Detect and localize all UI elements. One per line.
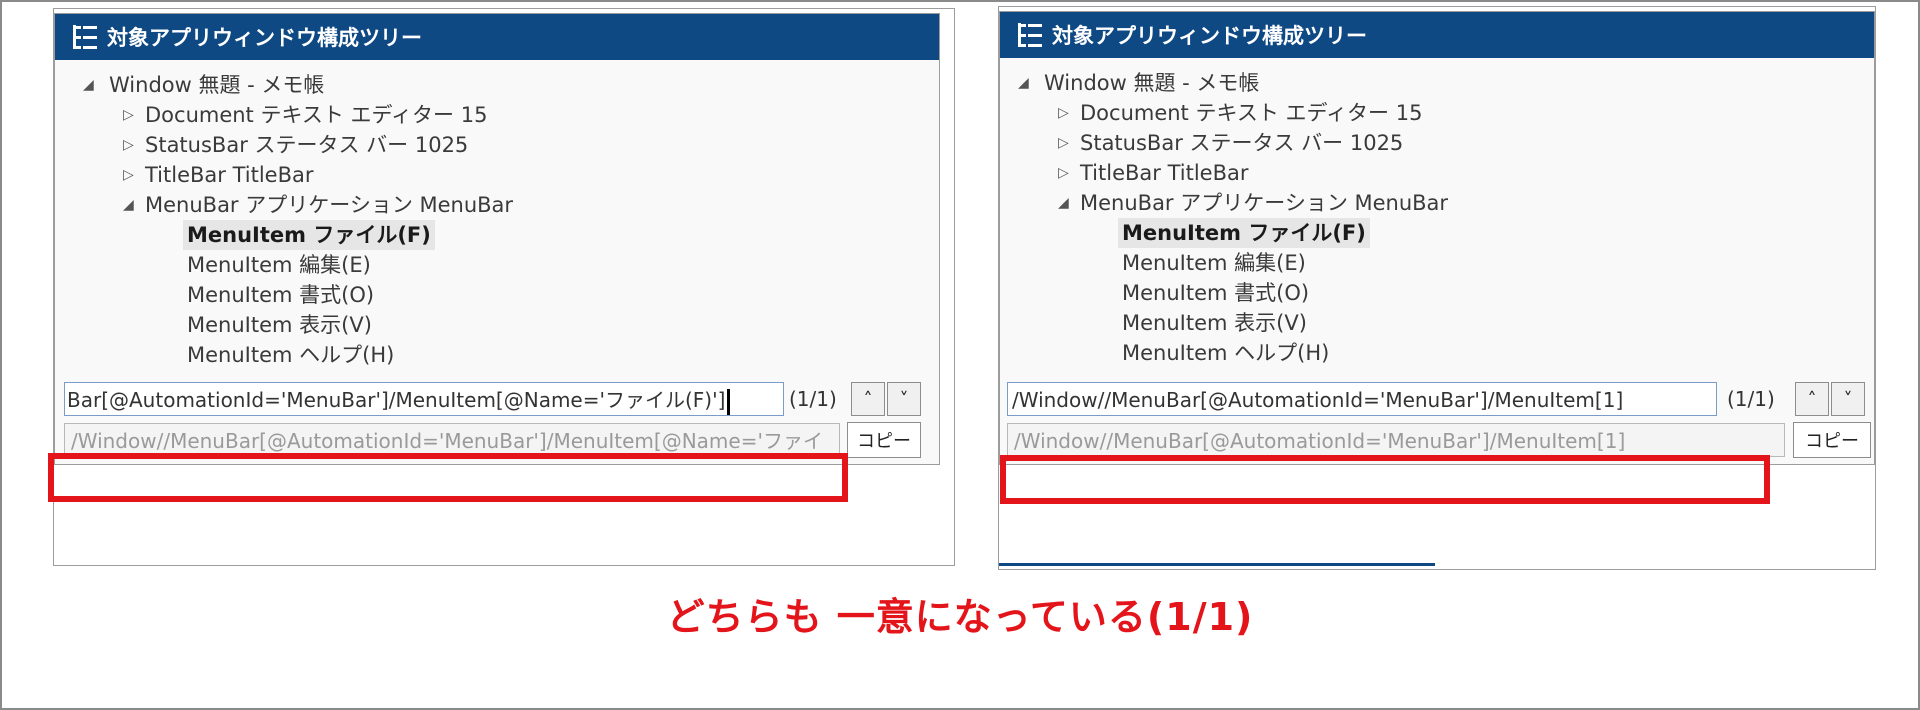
tree-node-label: StatusBar ステータス バー 1025 [1080, 131, 1404, 155]
expanded-arrow-icon[interactable]: ◢ [83, 70, 94, 100]
panel-header: 対象アプリウィンドウ構成ツリー [1000, 12, 1874, 58]
tree-node-menuitem-help[interactable]: MenuItem ヘルプ(H) [187, 340, 394, 370]
collapsed-arrow-icon[interactable]: ▷ [1058, 128, 1069, 158]
tree-node-label: TitleBar TitleBar [1080, 161, 1249, 185]
tree-node-menuitem-format[interactable]: MenuItem 書式(O) [187, 280, 374, 310]
expanded-arrow-icon[interactable]: ◢ [123, 190, 134, 220]
collapsed-arrow-icon[interactable]: ▷ [1058, 98, 1069, 128]
scroll-indicator [999, 563, 1435, 566]
resolved-xpath-field[interactable]: /Window//MenuBar[@AutomationId='MenuBar'… [1007, 423, 1785, 457]
tree-node-statusbar[interactable]: ▷ StatusBar ステータス バー 1025 [123, 130, 468, 160]
tree-node-titlebar[interactable]: ▷ TitleBar TitleBar [123, 160, 314, 190]
highlight-box-left [48, 453, 848, 502]
tree-node-menubar[interactable]: ◢ MenuBar アプリケーション MenuBar [1058, 188, 1448, 218]
copy-button[interactable]: コピー [847, 422, 921, 458]
tree-node-label: Window 無題 - メモ帳 [1044, 71, 1260, 95]
chevron-down-icon: ˅ [899, 388, 909, 410]
caption-text: どちらも 一意になっている(1/1) [666, 595, 1254, 639]
xpath-input[interactable]: Bar[@AutomationId='MenuBar']/MenuItem[@N… [64, 382, 784, 416]
next-match-button[interactable]: ˅ [1831, 382, 1865, 416]
collapsed-arrow-icon[interactable]: ▷ [123, 100, 134, 130]
chevron-up-icon: ˄ [1807, 388, 1817, 410]
xpath-input[interactable]: /Window//MenuBar[@AutomationId='MenuBar'… [1007, 382, 1717, 416]
tree-structure-icon [71, 23, 97, 51]
tree-structure-icon [1016, 21, 1042, 49]
panel-title: 対象アプリウィンドウ構成ツリー [107, 26, 422, 50]
tree-node-label: MenuBar アプリケーション MenuBar [1080, 191, 1449, 215]
tree-node-label: Document テキスト エディター 15 [1080, 101, 1423, 125]
previous-match-button[interactable]: ˄ [851, 382, 885, 416]
collapsed-arrow-icon[interactable]: ▷ [123, 160, 134, 190]
match-count: (1/1) [1727, 387, 1775, 411]
tree-node-label: Window 無題 - メモ帳 [109, 73, 325, 97]
tree-node-menuitem-format[interactable]: MenuItem 書式(O) [1122, 278, 1309, 308]
resolved-xpath-field[interactable]: /Window//MenuBar[@AutomationId='MenuBar'… [64, 423, 840, 457]
tree-node-label: TitleBar TitleBar [145, 163, 314, 187]
text-caret [727, 388, 731, 415]
tree-node-menuitem-edit[interactable]: MenuItem 編集(E) [1122, 248, 1306, 278]
tree-node-menuitem-help[interactable]: MenuItem ヘルプ(H) [1122, 338, 1329, 368]
tree-node-menuitem-view[interactable]: MenuItem 表示(V) [1122, 308, 1307, 338]
collapsed-arrow-icon[interactable]: ▷ [123, 130, 134, 160]
panel-header: 対象アプリウィンドウ構成ツリー [55, 14, 939, 60]
tree-node-label: Document テキスト エディター 15 [145, 103, 488, 127]
xpath-input-value: Bar[@AutomationId='MenuBar']/MenuItem[@N… [67, 388, 726, 412]
expanded-arrow-icon[interactable]: ◢ [1018, 68, 1029, 98]
expanded-arrow-icon[interactable]: ◢ [1058, 188, 1069, 218]
chevron-up-icon: ˄ [863, 388, 873, 410]
copy-button[interactable]: コピー [1793, 422, 1871, 458]
collapsed-arrow-icon[interactable]: ▷ [1058, 158, 1069, 188]
tree-node-label: StatusBar ステータス バー 1025 [145, 133, 469, 157]
tree-node-label: MenuBar アプリケーション MenuBar [145, 193, 514, 217]
tree-node-document[interactable]: ▷ Document テキスト エディター 15 [123, 100, 487, 130]
tree-node-menuitem-file[interactable]: MenuItem ファイル(F) [1118, 218, 1370, 248]
tree-node-window[interactable]: ◢ Window 無題 - メモ帳 [1018, 68, 1259, 98]
chevron-down-icon: ˅ [1843, 388, 1853, 410]
tree-node-menubar[interactable]: ◢ MenuBar アプリケーション MenuBar [123, 190, 513, 220]
tree-node-menuitem-view[interactable]: MenuItem 表示(V) [187, 310, 372, 340]
next-match-button[interactable]: ˅ [887, 382, 921, 416]
previous-match-button[interactable]: ˄ [1795, 382, 1829, 416]
highlight-box-right [1000, 455, 1770, 504]
tree-node-menuitem-file[interactable]: MenuItem ファイル(F) [183, 220, 435, 250]
tree-node-window[interactable]: ◢ Window 無題 - メモ帳 [83, 70, 324, 100]
tree-node-document[interactable]: ▷ Document テキスト エディター 15 [1058, 98, 1422, 128]
tree-node-menuitem-edit[interactable]: MenuItem 編集(E) [187, 250, 371, 280]
tree-node-statusbar[interactable]: ▷ StatusBar ステータス バー 1025 [1058, 128, 1403, 158]
panel-title: 対象アプリウィンドウ構成ツリー [1052, 24, 1367, 48]
match-count: (1/1) [789, 387, 837, 411]
tree-node-titlebar[interactable]: ▷ TitleBar TitleBar [1058, 158, 1249, 188]
